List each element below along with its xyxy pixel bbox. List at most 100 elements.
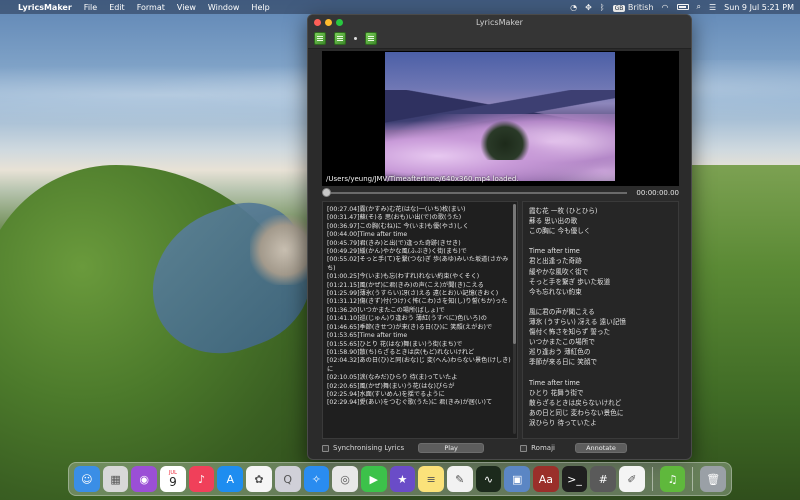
menu-format[interactable]: Format (137, 3, 165, 12)
romaji-label: Romaji (531, 444, 555, 452)
lyric-line: 涙ひらり 待っていたよ (529, 418, 597, 427)
lyric-line: いつかまたこの場所で (529, 338, 595, 347)
export-icon[interactable] (365, 32, 377, 45)
keyboard-badge: GB (612, 4, 626, 12)
dock: ☺ ▦ ◉ JUL 9 ♪ A ✿ Q ✧ ◎ ▶ ★ ≡ ✎ ∿ ▣ Aa >_ # ✐ ♫ 🗑 (68, 462, 732, 496)
lyricsmaker-dock-icon[interactable]: ♫ (659, 466, 686, 492)
play-button[interactable]: Play (418, 443, 485, 453)
lyric-line (529, 236, 672, 246)
activity-monitor-icon[interactable]: ∿ (475, 466, 502, 492)
lrc-line: [02:20.65]風(かぜ)舞(まい)う花(はな)びらが (327, 382, 455, 390)
video-frame (385, 52, 615, 181)
annotate-button[interactable]: Annotate (574, 443, 627, 453)
lyric-line: 蘇る 思い出の歌 (529, 217, 578, 226)
menu-help[interactable]: Help (251, 3, 269, 12)
menu-view[interactable]: View (177, 3, 196, 12)
lrc-line: [01:46.65]季節(きせつ)が来(き)る日(ひ)に 笑顔(えがお)で (327, 323, 493, 331)
notes-icon[interactable]: ≡ (418, 466, 444, 492)
lyric-line (529, 297, 672, 307)
window-title: LyricsMaker (476, 17, 523, 27)
lyric-line (529, 368, 672, 378)
menu-window[interactable]: Window (208, 3, 240, 12)
finder-icon[interactable]: ☺ (74, 466, 100, 492)
imovie-icon[interactable]: ★ (389, 466, 416, 492)
trash-icon[interactable]: 🗑 (700, 466, 727, 492)
lrc-line: [01:55.65]ひとり 花(はな)舞(まい)う街(まち)で (327, 340, 463, 348)
input-source-menu[interactable]: GB British (612, 2, 654, 12)
lrc-line: [01:00.25]今(いま)も忘(わすれ)れない約束(やくそく) (327, 273, 480, 281)
lyric-line: 君と出逢った奇跡 (529, 257, 582, 266)
lyric-line: あの日と同じ 変わらない景色に (529, 408, 624, 417)
podcasts-icon[interactable]: ◉ (131, 466, 158, 492)
music-icon[interactable]: ♪ (188, 466, 215, 492)
lrc-line: [00:44.00]Time after time (327, 231, 408, 239)
preview-icon[interactable]: ▣ (504, 466, 530, 492)
photos-icon[interactable]: ✿ (246, 466, 272, 492)
dictionary-icon[interactable]: Aa (533, 466, 559, 492)
lyric-line: 霞む花 一枚 (ひとひら) (529, 207, 598, 215)
seek-bar[interactable]: 00:00:00.00 (322, 187, 679, 199)
lrc-line: [00:31.47]蘇(そ)る 思(おも)い出(で)の歌(うた) (327, 214, 462, 222)
dock-separator (692, 467, 694, 491)
lrc-line: [02:04.32]あの日(ひ)と同(おな)じ 変(へん)わらない景色(けしき)… (327, 357, 511, 373)
lrc-editor[interactable]: [00:27.04]露(かすみ)む花(はな)一(いち)枚(まい) [00:31.4… (322, 201, 518, 439)
seek-knob[interactable] (322, 188, 331, 197)
clock[interactable]: Sun 9 Jul 5:21 PM (724, 3, 794, 12)
time-display: 00:00:00.00 (636, 189, 679, 197)
battery-icon[interactable] (676, 4, 689, 10)
bottom-controls: Synchronising Lyrics Play Romaji Annotat… (322, 441, 679, 455)
lrc-line: [00:55.02]そっと手(て)を繋(つな)ぎ 歩(あゆ)みいた坂道(さかみち… (327, 256, 509, 272)
menu-bar: LyricsMaker File Edit Format View Window… (0, 0, 800, 14)
lyric-line: 巡り逢おう 薄紅色の (529, 348, 591, 357)
wifi-icon[interactable]: ◠ (662, 3, 669, 12)
lrc-line: [02:29.94]愛(あい)をつむぐ歌(うた)に 君(きみ)が居(い)て (327, 399, 493, 407)
lrc-line: [01:31.12]傷(きず)付(つけ)く怖(こわ)さを知(し)り誓(ちか)った (327, 298, 508, 306)
textedit-icon[interactable]: ✐ (619, 466, 645, 492)
lyric-line: 緩やかな風吹く街で (529, 267, 589, 276)
lrc-line: [00:45.79]君(きみ)と出(で)逢った奇跡(きせき) (327, 239, 461, 247)
lyrics-editor[interactable]: 霞む花 一枚 (ひとひら) 蘇る 思い出の歌 この胸に 今も優しく Time aft… (522, 201, 679, 439)
open-lyrics-icon[interactable] (314, 32, 326, 45)
video-player[interactable]: /Users/yeung/JMV/Timeaftertime/640x360.m… (322, 51, 679, 186)
control-center-icon[interactable]: ☰ (709, 3, 716, 12)
app-store-icon[interactable]: A (217, 466, 244, 492)
lyric-line: 薄氷 (うすらい) 冴える 遠い記憶 (529, 318, 626, 327)
dock-separator (651, 467, 653, 491)
lrc-line: [00:36.97]この胸(むね)に 今(いま)も優(やさ)しく (327, 222, 469, 230)
calculator-icon[interactable]: # (590, 466, 617, 492)
lyric-line: 今も忘れない約束 (529, 287, 582, 296)
separator-dot-icon (354, 37, 357, 40)
lyric-line: ひとり 花舞う街で (529, 388, 584, 397)
pages-icon[interactable]: ✎ (446, 466, 473, 492)
lyric-line: 季節が来る日に 笑顔で (529, 358, 598, 367)
search-icon[interactable]: ⌕ (697, 2, 701, 12)
quicktime-icon[interactable]: Q (274, 466, 301, 492)
menu-app-name[interactable]: LyricsMaker (18, 3, 72, 12)
sync-lyrics-label: Synchronising Lyrics (333, 444, 405, 452)
launchpad-icon[interactable]: ▦ (102, 466, 129, 492)
control-icon[interactable]: ◔ (570, 3, 577, 12)
lyric-line: Time after time (529, 378, 580, 387)
title-bar[interactable]: LyricsMaker (308, 15, 691, 29)
bluetooth-icon[interactable]: ᛒ (600, 3, 605, 12)
menu-file[interactable]: File (84, 3, 97, 12)
lrc-scrollbar[interactable] (513, 204, 516, 434)
sync-lyrics-checkbox[interactable] (322, 444, 329, 452)
safari-icon[interactable]: ✧ (303, 466, 330, 492)
save-lyrics-icon[interactable] (334, 32, 346, 45)
lyricsmaker-window: LyricsMaker /Users/yeung/JMV/Timeafterti… (307, 14, 692, 460)
toolbar (308, 29, 691, 49)
lrc-line: [02:10.05]涙(なみだ)ひらり 待(ま)っていたよ (327, 374, 458, 382)
seek-track[interactable] (322, 188, 627, 197)
terminal-icon[interactable]: >_ (561, 466, 588, 492)
menu-edit[interactable]: Edit (109, 3, 125, 12)
dropbox-icon[interactable]: ✥ (585, 3, 592, 12)
lyric-line: Time after time (529, 247, 580, 256)
romaji-checkbox[interactable] (520, 444, 528, 452)
calendar-icon[interactable]: JUL 9 (160, 466, 186, 492)
lyric-line: そっと手を繋ぎ 歩いた坂道 (529, 277, 611, 286)
lrc-line: [01:21.15]風(かぜ)に君(きみ)の声(こえ)が聞(き)こえる (327, 281, 484, 289)
chrome-icon[interactable]: ◎ (332, 466, 358, 492)
facetime-icon[interactable]: ▶ (360, 466, 387, 492)
input-source-label: British (627, 2, 654, 12)
